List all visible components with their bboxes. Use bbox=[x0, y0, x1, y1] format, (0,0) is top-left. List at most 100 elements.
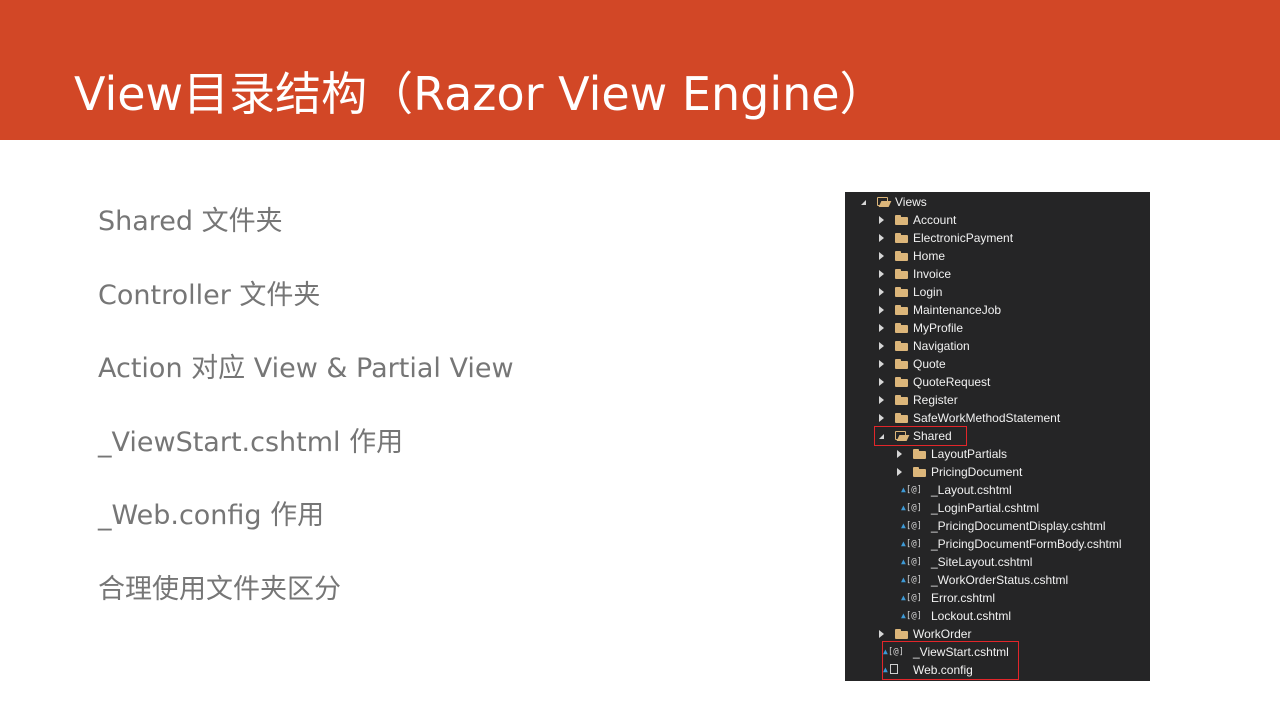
tree-item-label: MyProfile bbox=[913, 321, 964, 335]
collapsed-arrow-icon[interactable] bbox=[877, 341, 886, 351]
tree-item-label: _PricingDocumentFormBody.cshtml bbox=[931, 537, 1122, 551]
tree-item-label: Home bbox=[913, 249, 946, 263]
collapsed-arrow-icon[interactable] bbox=[877, 233, 886, 243]
root-files-highlight-box bbox=[882, 641, 1019, 680]
lock-icon: ▲ bbox=[901, 539, 906, 548]
collapsed-arrow-icon[interactable] bbox=[877, 377, 886, 387]
tree-folder-row[interactable]: Register bbox=[845, 391, 1150, 409]
tree-file-row[interactable]: ▲[@] Error.cshtml bbox=[845, 589, 1150, 607]
collapsed-arrow-icon[interactable] bbox=[877, 359, 886, 369]
collapsed-arrow-icon[interactable] bbox=[877, 323, 886, 333]
bullet-item: _ViewStart.cshtml 作用 bbox=[98, 426, 404, 458]
tree-item-label: ElectronicPayment bbox=[913, 231, 1014, 245]
lock-icon: ▲ bbox=[901, 575, 906, 584]
bullet-list: Shared 文件夹 Controller 文件夹 Action 对应 View… bbox=[98, 200, 514, 641]
bullet-item: _Web.config 作用 bbox=[98, 500, 325, 531]
tree-file-row[interactable]: ▲[@] _Layout.cshtml bbox=[845, 481, 1150, 499]
razor-file-icon: ▲[@] bbox=[901, 485, 923, 495]
tree-folder-row[interactable]: Account bbox=[845, 211, 1150, 229]
tree-item-label: PricingDocument bbox=[931, 465, 1023, 479]
tree-file-row[interactable]: ▲[@] _PricingDocumentFormBody.cshtml bbox=[845, 535, 1150, 553]
folder-icon bbox=[895, 215, 909, 225]
collapsed-arrow-icon[interactable] bbox=[877, 413, 886, 423]
tree-folder-row[interactable]: Login bbox=[845, 283, 1150, 301]
tree-folder-row[interactable]: Navigation bbox=[845, 337, 1150, 355]
tree-item-label: _PricingDocumentDisplay.cshtml bbox=[931, 519, 1106, 533]
tree-folder-row[interactable]: QuoteRequest bbox=[845, 373, 1150, 391]
folder-icon bbox=[895, 359, 909, 369]
tree-folder-row[interactable]: MaintenanceJob bbox=[845, 301, 1150, 319]
folder-icon bbox=[895, 629, 909, 639]
tree-item-label: Views bbox=[895, 195, 927, 209]
razor-file-icon: ▲[@] bbox=[901, 575, 923, 585]
razor-file-icon: ▲[@] bbox=[901, 557, 923, 567]
folder-icon bbox=[895, 269, 909, 279]
razor-file-icon: ▲[@] bbox=[901, 593, 923, 603]
folder-icon bbox=[895, 287, 909, 297]
tree-folder-row[interactable]: ElectronicPayment bbox=[845, 229, 1150, 247]
lock-icon: ▲ bbox=[901, 521, 906, 530]
razor-file-icon: ▲[@] bbox=[901, 539, 923, 549]
tree-file-row[interactable]: ▲[@] _PricingDocumentDisplay.cshtml bbox=[845, 517, 1150, 535]
tree-file-row[interactable]: ▲[@] _LoginPartial.cshtml bbox=[845, 499, 1150, 517]
razor-file-icon: ▲[@] bbox=[901, 503, 923, 513]
tree-item-label: Error.cshtml bbox=[931, 591, 996, 605]
tree-file-row[interactable]: ▲[@] _WorkOrderStatus.cshtml bbox=[845, 571, 1150, 589]
lock-icon: ▲ bbox=[901, 503, 906, 512]
collapsed-arrow-icon[interactable] bbox=[877, 287, 886, 297]
tree-folder-row[interactable]: LayoutPartials bbox=[845, 445, 1150, 463]
folder-icon bbox=[895, 233, 909, 243]
tree-folder-row[interactable]: PricingDocument bbox=[845, 463, 1150, 481]
folder-icon bbox=[895, 413, 909, 423]
collapsed-arrow-icon[interactable] bbox=[895, 449, 904, 459]
folder-icon bbox=[895, 251, 909, 261]
tree-item-label: QuoteRequest bbox=[913, 375, 991, 389]
collapsed-arrow-icon[interactable] bbox=[877, 269, 886, 279]
collapsed-arrow-icon[interactable] bbox=[895, 467, 904, 477]
tree-item-label: Register bbox=[913, 393, 958, 407]
tree-folder-row[interactable]: SafeWorkMethodStatement bbox=[845, 409, 1150, 427]
expanded-arrow-icon[interactable] bbox=[859, 197, 868, 207]
tree-folder-row[interactable]: Quote bbox=[845, 355, 1150, 373]
collapsed-arrow-icon[interactable] bbox=[877, 395, 886, 405]
tree-item-label: _Layout.cshtml bbox=[931, 483, 1012, 497]
shared-highlight-box bbox=[874, 426, 967, 446]
tree-item-label: Lockout.cshtml bbox=[931, 609, 1012, 623]
bullet-item: Shared 文件夹 bbox=[98, 206, 283, 237]
bullet-item: Controller 文件夹 bbox=[98, 279, 321, 311]
tree-folder-row[interactable]: Invoice bbox=[845, 265, 1150, 283]
open-folder-icon bbox=[877, 197, 891, 207]
solution-explorer-tree: Views Account ElectronicPayment Home Invoice… bbox=[845, 192, 1150, 681]
tree-item-label: Login bbox=[913, 285, 943, 299]
tree-item-label: Navigation bbox=[913, 339, 970, 353]
collapsed-arrow-icon[interactable] bbox=[877, 629, 886, 639]
tree-item-label: _SiteLayout.cshtml bbox=[931, 555, 1033, 569]
tree-folder-row[interactable]: Home bbox=[845, 247, 1150, 265]
tree-item-label: Invoice bbox=[913, 267, 952, 281]
collapsed-arrow-icon[interactable] bbox=[877, 251, 886, 261]
slide-title: View目录结构（Razor View Engine） bbox=[74, 67, 886, 121]
tree-folder-row[interactable]: MyProfile bbox=[845, 319, 1150, 337]
folder-icon bbox=[895, 377, 909, 387]
folder-icon bbox=[895, 323, 909, 333]
razor-file-icon: ▲[@] bbox=[901, 521, 923, 531]
lock-icon: ▲ bbox=[901, 485, 906, 494]
folder-icon bbox=[895, 395, 909, 405]
collapsed-arrow-icon[interactable] bbox=[877, 215, 886, 225]
folder-icon bbox=[895, 305, 909, 315]
folder-icon bbox=[913, 449, 927, 459]
lock-icon: ▲ bbox=[901, 557, 906, 566]
tree-folder-row[interactable]: Views bbox=[845, 193, 1150, 211]
collapsed-arrow-icon[interactable] bbox=[877, 305, 886, 315]
lock-icon: ▲ bbox=[901, 611, 906, 620]
lock-icon: ▲ bbox=[901, 593, 906, 602]
tree-item-label: MaintenanceJob bbox=[913, 303, 1002, 317]
razor-file-icon: ▲[@] bbox=[901, 611, 923, 621]
tree-item-label: _LoginPartial.cshtml bbox=[931, 501, 1040, 515]
tree-file-row[interactable]: ▲[@] _SiteLayout.cshtml bbox=[845, 553, 1150, 571]
tree-file-row[interactable]: ▲[@] Lockout.cshtml bbox=[845, 607, 1150, 625]
folder-icon bbox=[913, 467, 927, 477]
tree-item-label: _WorkOrderStatus.cshtml bbox=[931, 573, 1069, 587]
folder-icon bbox=[895, 341, 909, 351]
bullet-item: 合理使用文件夹区分 bbox=[98, 573, 341, 605]
